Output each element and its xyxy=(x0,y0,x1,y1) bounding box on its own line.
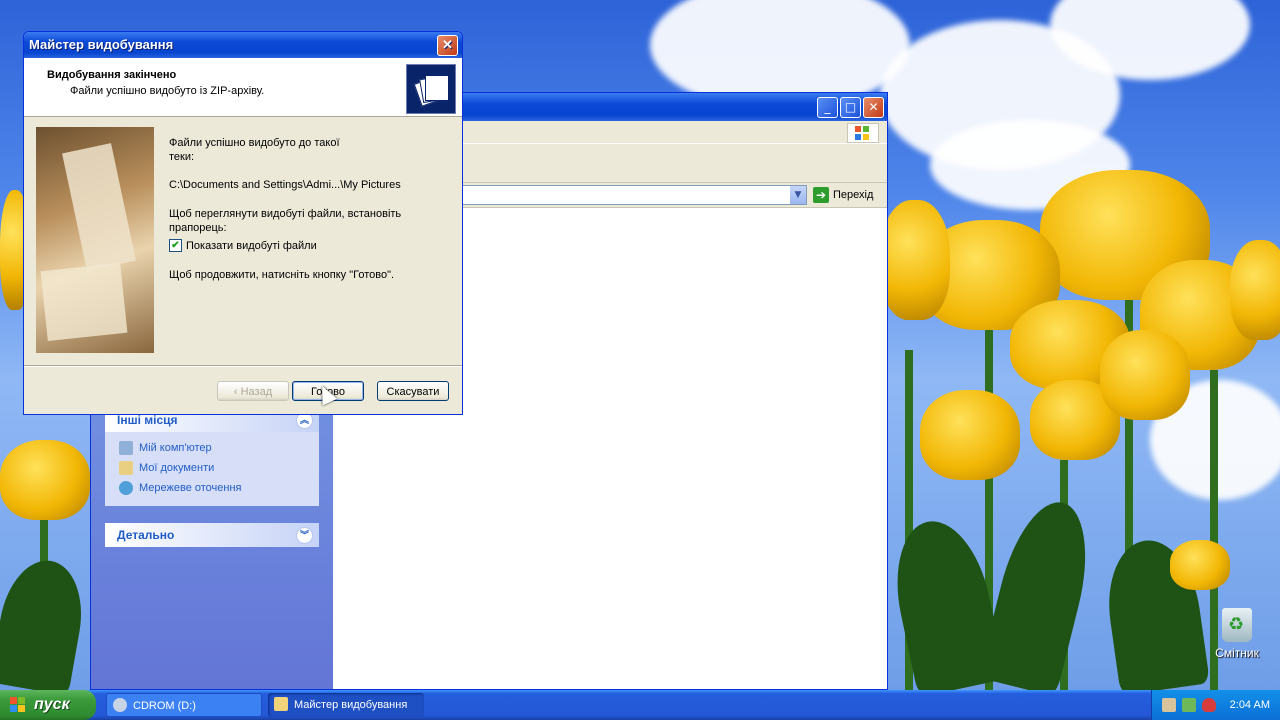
close-button[interactable]: ✕ xyxy=(437,35,458,56)
wizard-title-bar[interactable]: Майстер видобування ✕ xyxy=(24,32,462,58)
network-icon xyxy=(119,481,133,495)
close-button[interactable]: ✕ xyxy=(863,97,884,118)
sidebar-item-network[interactable]: Мережеве оточення xyxy=(105,478,319,498)
system-tray: 2:04 AM xyxy=(1151,690,1280,720)
windows-flag-icon xyxy=(10,697,26,713)
shield-icon[interactable] xyxy=(1202,698,1216,712)
checkbox-label: Показати видобуті файли xyxy=(186,240,317,252)
taskbar-item-cdrom[interactable]: CDROM (D:) xyxy=(106,693,262,717)
windows-logo-icon xyxy=(847,123,879,143)
clock: 2:04 AM xyxy=(1229,699,1270,711)
wizard-header-subtitle: Файли успішно видобуто із ZIP-архіву. xyxy=(70,85,265,97)
show-extracted-files-checkbox[interactable]: ✔ Показати видобуті файли xyxy=(169,239,317,253)
other-places-panel: Інші місця ︽ Мій комп'ютер Мої документи… xyxy=(105,408,319,506)
start-button[interactable]: пуск xyxy=(0,690,96,720)
sidebar-item-my-documents[interactable]: Мої документи xyxy=(105,458,319,478)
chevron-down-icon[interactable]: ︾ xyxy=(296,527,313,544)
wizard-side-image xyxy=(36,127,154,353)
continue-text: Щоб продовжити, натисніть кнопку "Готово… xyxy=(169,269,395,281)
tray-network-icon[interactable] xyxy=(1162,698,1176,712)
other-places-title: Інші місця xyxy=(117,413,178,427)
details-title: Детально xyxy=(117,528,175,542)
taskbar: пуск CDROM (D:) Майстер видобування 2:04… xyxy=(0,690,1280,720)
taskbar-item-wizard[interactable]: Майстер видобування xyxy=(268,693,424,717)
go-button[interactable]: ➔ Перехід xyxy=(813,186,873,204)
chevron-down-icon[interactable]: ▼ xyxy=(790,186,806,204)
task-label: CDROM (D:) xyxy=(133,700,196,712)
go-label: Перехід xyxy=(833,189,874,201)
details-header[interactable]: Детально ︾ xyxy=(105,523,319,547)
sidebar-item-my-computer[interactable]: Мій комп'ютер xyxy=(105,438,319,458)
instruction-text-1: Щоб переглянути видобуті файли, встанові… xyxy=(169,208,402,220)
recycle-bin-shortcut[interactable]: Смітник xyxy=(1212,608,1262,660)
destination-path: C:\Documents and Settings\Admi...\My Pic… xyxy=(169,179,401,191)
sidebar-item-label: Мої документи xyxy=(139,462,215,474)
recycle-bin-label: Смітник xyxy=(1215,646,1259,660)
checkmark-icon[interactable]: ✔ xyxy=(169,239,182,252)
extraction-wizard-dialog: Майстер видобування ✕ Видобування закінч… xyxy=(23,31,463,415)
wizard-title: Майстер видобування xyxy=(29,37,174,52)
folder-icon xyxy=(119,461,133,475)
folder-zip-icon xyxy=(406,64,456,114)
arrow-right-icon: ➔ xyxy=(813,187,829,203)
instruction-text-2: прапорець: xyxy=(169,222,227,234)
sidebar-item-label: Мережеве оточення xyxy=(139,482,242,494)
computer-icon xyxy=(119,441,133,455)
sidebar-item-label: Мій комп'ютер xyxy=(139,442,212,454)
details-panel: Детально ︾ xyxy=(105,523,319,547)
tray-update-icon[interactable] xyxy=(1182,698,1196,712)
folder-icon xyxy=(274,697,288,711)
cancel-button[interactable]: Скасувати xyxy=(377,381,449,401)
task-label: Майстер видобування xyxy=(294,699,408,711)
wizard-header-title: Видобування закінчено xyxy=(47,69,177,81)
back-button[interactable]: ‹ Назад xyxy=(217,381,289,401)
cdrom-icon xyxy=(113,698,127,712)
wizard-header: Видобування закінчено Файли успішно видо… xyxy=(24,58,462,117)
divider xyxy=(24,365,462,367)
recycle-bin-icon xyxy=(1222,608,1252,642)
result-text-2: теки: xyxy=(169,151,195,163)
result-text-1: Файли успішно видобуто до такої xyxy=(169,137,340,149)
maximize-button[interactable]: □ xyxy=(840,97,861,118)
start-label: пуск xyxy=(34,696,70,713)
minimize-button[interactable]: _ xyxy=(817,97,838,118)
